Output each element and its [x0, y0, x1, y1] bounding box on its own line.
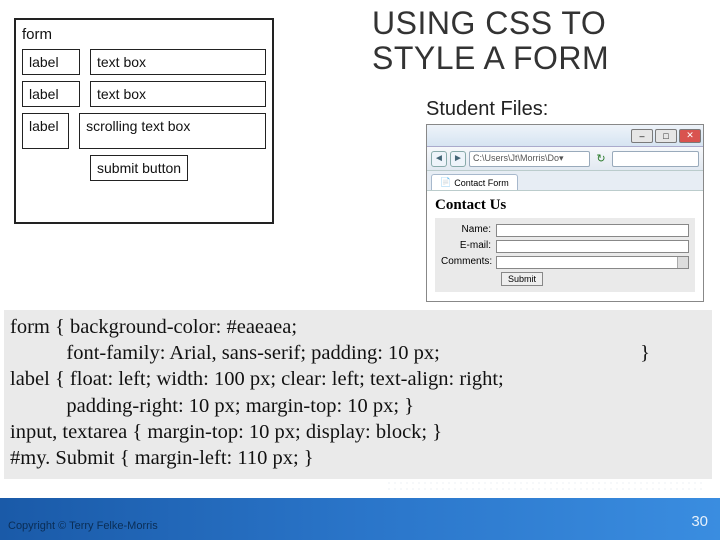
email-input[interactable] [496, 240, 689, 253]
nav-forward-icon[interactable]: ► [450, 151, 466, 167]
slide: USING CSS TO STYLE A FORM Student Files:… [0, 0, 720, 540]
wire-textbox-1: text box [90, 49, 266, 75]
browser-tabbar: 📄 Contact Form [427, 171, 703, 191]
comments-textarea[interactable] [496, 256, 689, 269]
code-line-4: padding-right: 10 px; margin-top: 10 px;… [10, 393, 414, 419]
page-icon: 📄 [440, 177, 451, 188]
window-maximize-icon[interactable]: □ [655, 129, 677, 143]
copyright-text: Copyright © Terry Felke-Morris [8, 520, 158, 532]
page-heading: Contact Us [435, 197, 695, 214]
code-line-1: form { background-color: #eaeaea; [10, 314, 297, 340]
code-line-2-brace: } [640, 340, 706, 366]
name-input[interactable] [496, 224, 689, 237]
wire-label-2: label [22, 81, 80, 107]
wire-row-3: label scrolling text box [22, 113, 266, 149]
contact-form: Name: E-mail: Comments: Submit [435, 218, 695, 292]
search-bar[interactable] [612, 151, 699, 167]
code-line-6: #my. Submit { margin-left: 110 px; } [10, 445, 314, 471]
decorative-dots [386, 480, 706, 494]
window-minimize-icon[interactable]: – [631, 129, 653, 143]
email-label: E-mail: [441, 240, 496, 251]
wire-label-1: label [22, 49, 80, 75]
nav-back-icon[interactable]: ◄ [431, 151, 447, 167]
form-row-comments: Comments: [441, 256, 689, 269]
form-row-name: Name: [441, 224, 689, 237]
title-line-2: STYLE A FORM [372, 41, 702, 76]
page-number: 30 [691, 513, 708, 530]
wire-label-3: label [22, 113, 69, 149]
code-line-2a: font-family: Arial, sans-serif; padding:… [10, 340, 440, 366]
slide-title: USING CSS TO STYLE A FORM [372, 6, 702, 76]
address-bar[interactable]: C:\Users\Jt\Morris\Do▾ [469, 151, 590, 167]
comments-label: Comments: [441, 256, 496, 267]
submit-button[interactable]: Submit [501, 272, 543, 286]
browser-toolbar: ◄ ► C:\Users\Jt\Morris\Do▾ ↻ [427, 147, 703, 171]
code-line-3: label { float: left; width: 100 px; clea… [10, 366, 504, 392]
tab-title: Contact Form [454, 178, 509, 188]
wire-row-2: label text box [22, 81, 266, 107]
form-row-email: E-mail: [441, 240, 689, 253]
tab-contact-form[interactable]: 📄 Contact Form [431, 174, 518, 190]
accent-bar [0, 498, 720, 540]
window-close-icon[interactable]: ✕ [679, 129, 701, 143]
css-code-block: form { background-color: #eaeaea; font-f… [4, 310, 712, 479]
page-content: Contact Us Name: E-mail: Comments: Submi… [427, 191, 703, 298]
wireframe-caption: form [22, 26, 266, 43]
browser-titlebar: – □ ✕ [427, 125, 703, 147]
form-wireframe: form label text box label text box label… [14, 18, 274, 224]
wire-row-1: label text box [22, 49, 266, 75]
code-line-5: input, textarea { margin-top: 10 px; dis… [10, 419, 442, 445]
refresh-icon[interactable]: ↻ [593, 151, 609, 167]
name-label: Name: [441, 224, 496, 235]
title-line-1: USING CSS TO [372, 6, 702, 41]
wire-textbox-2: text box [90, 81, 266, 107]
wire-row-4: submit button [22, 155, 266, 181]
wire-scrollbox: scrolling text box [79, 113, 266, 149]
browser-window: – □ ✕ ◄ ► C:\Users\Jt\Morris\Do▾ ↻ 📄 Con… [426, 124, 704, 302]
wire-submit: submit button [90, 155, 188, 181]
student-files-label: Student Files: [426, 98, 548, 121]
